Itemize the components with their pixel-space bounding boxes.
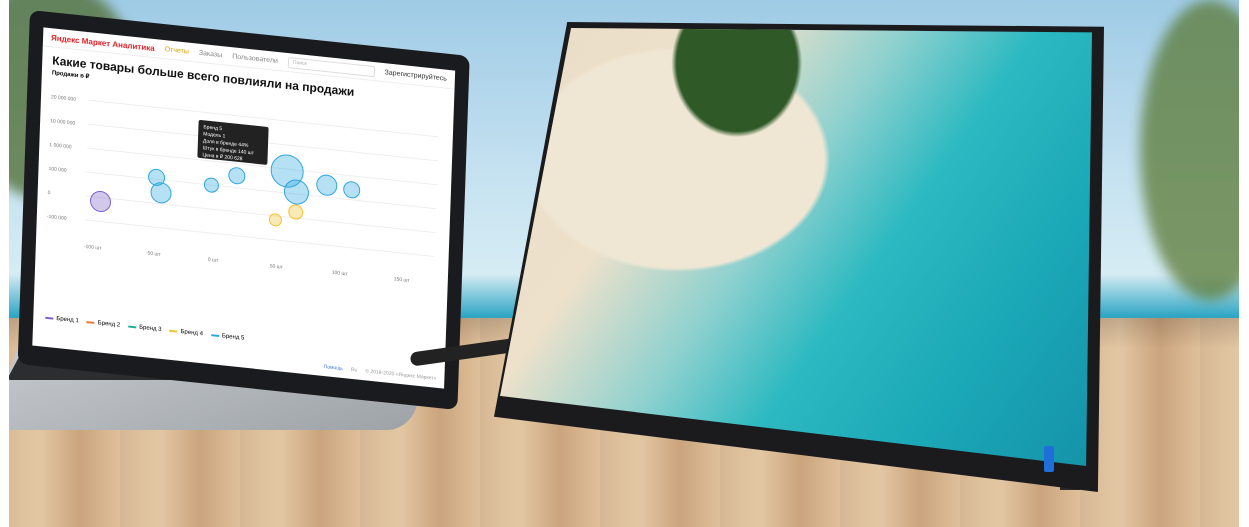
grid-line (84, 219, 435, 258)
chart-tooltip: Бренд 5 Модель 1 Доля в бренде 44% Штук … (197, 119, 269, 165)
grid-line (85, 195, 436, 234)
x-tick-label: -50 шт (146, 250, 162, 258)
y-tick-label: 100 000 (48, 166, 66, 174)
bubble-point[interactable] (283, 179, 309, 205)
legend-label: Бренд 1 (56, 315, 79, 325)
laptop-screen: Яндекс Маркет Аналитика Отчеты Заказы По… (17, 10, 470, 411)
x-tick-label: 150 шт (394, 276, 411, 284)
y-tick-label: 20 000 000 (51, 94, 76, 103)
legend-swatch (169, 329, 178, 333)
x-tick-label: 0 шт (208, 257, 219, 264)
legend-swatch (45, 316, 54, 320)
lang-switch[interactable]: Ru (351, 367, 358, 374)
nav-orders[interactable]: Заказы (199, 49, 223, 58)
monitor-screen-beach (500, 28, 1092, 466)
y-tick-label: -100 000 (47, 214, 67, 222)
frame-right (1239, 0, 1249, 527)
bubble-point[interactable] (268, 213, 282, 227)
nav-reports[interactable]: Отчеты (165, 46, 189, 56)
legend-item[interactable]: Бренд 4 (169, 328, 203, 337)
frame-left (0, 0, 9, 527)
copyright: © 2018-2020 «Яндекс.Маркет» (365, 368, 437, 382)
usb-port (1044, 446, 1054, 472)
legend-label: Бренд 4 (180, 328, 204, 338)
y-tick-label: 1 000 000 (49, 142, 72, 150)
legend-swatch (86, 321, 95, 324)
photo-scene: Яндекс Маркет Аналитика Отчеты Заказы По… (0, 0, 1249, 527)
help-link[interactable]: Помощь (324, 364, 344, 372)
bubble-point[interactable] (203, 177, 219, 193)
legend-item[interactable]: Бренд 5 (210, 332, 245, 342)
legend-item[interactable]: Бренд 3 (128, 323, 162, 333)
app-logo: Яндекс Маркет Аналитика (50, 32, 155, 53)
legend-swatch (210, 334, 219, 337)
legend-label: Бренд 5 (221, 333, 245, 342)
bubble-point[interactable] (316, 174, 338, 196)
x-tick-label: 100 шт (332, 270, 349, 278)
bubble-point[interactable] (150, 182, 172, 204)
laptop-display: Яндекс Маркет Аналитика Отчеты Заказы По… (32, 27, 456, 389)
x-tick-label: 50 шт (270, 263, 284, 270)
nav-users[interactable]: Пользователи (232, 53, 278, 65)
legend-label: Бренд 3 (139, 324, 162, 333)
search-input[interactable]: Поиск (287, 56, 375, 77)
legend-item[interactable]: Бренд 2 (86, 319, 121, 329)
legend-item[interactable]: Бренд 1 (45, 315, 79, 324)
legend-label: Бренд 2 (97, 320, 121, 329)
app-footer: Помощь Ru © 2018-2020 «Яндекс.Маркет» (324, 364, 437, 382)
x-tick-label: -100 шт (84, 244, 103, 252)
bubble-point[interactable] (228, 167, 246, 185)
y-tick-label: 0 (48, 190, 51, 196)
grid-line (86, 171, 437, 210)
y-tick-label: 10 000 000 (50, 118, 75, 127)
palm-right (1140, 0, 1249, 300)
bubble-point[interactable] (343, 181, 361, 199)
user-link[interactable]: Зарегистрируйтесь (385, 69, 447, 83)
legend-swatch (128, 325, 137, 329)
chart-legend: Бренд 1 Бренд 2 Бренд 3 Бренд 4 Бренд 5 (45, 315, 265, 344)
bubble-point[interactable] (90, 190, 112, 213)
bubble-chart: 20 000 000 10 000 000 1 000 000 100 000 0 -10… (47, 94, 439, 284)
